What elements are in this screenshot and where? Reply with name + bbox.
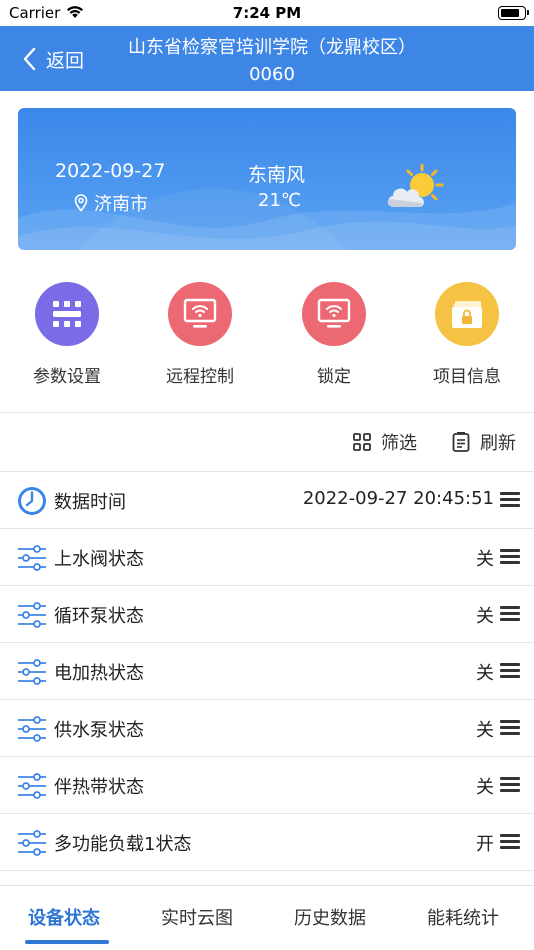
weather-city: 济南市 — [94, 194, 148, 215]
row-value: 关 — [476, 549, 494, 570]
sliders-icon — [18, 716, 46, 742]
folder-lock-icon — [435, 282, 499, 346]
filter-grid-icon — [353, 433, 371, 451]
battery-level — [501, 9, 519, 17]
tab-energy-stats[interactable]: 能耗统计 — [427, 904, 499, 930]
list-item[interactable]: 上水阀状态 关 — [0, 528, 534, 585]
weather-card: 2022-09-27 济南市 东南风 21℃ — [18, 108, 516, 250]
action-label: 项目信息 — [433, 367, 501, 387]
row-value: 关 — [476, 720, 494, 741]
menu-icon[interactable] — [500, 663, 520, 679]
sliders-icon — [18, 545, 46, 571]
action-label: 锁定 — [317, 367, 351, 387]
location-pin-icon — [74, 194, 88, 212]
row-value: 关 — [476, 663, 494, 684]
list-item[interactable]: 伴热带状态 关 — [0, 756, 534, 813]
clock-icon — [18, 487, 46, 515]
action-params-settings[interactable]: 参数设置 — [12, 282, 122, 387]
tab-device-status[interactable]: 设备状态 — [28, 904, 100, 930]
page-title-line2: 0060 — [249, 64, 295, 85]
row-label: 供水泵状态 — [54, 720, 144, 741]
menu-icon[interactable] — [500, 606, 520, 622]
sliders-icon — [18, 773, 46, 799]
weather-temperature: 21℃ — [258, 190, 302, 211]
sliders-icon — [18, 830, 46, 856]
battery-icon — [498, 6, 529, 20]
filter-button[interactable]: 筛选 — [353, 429, 417, 455]
row-value: 关 — [476, 606, 494, 627]
back-button[interactable]: 返回 — [22, 44, 84, 74]
list-toolbar: 筛选 刷新 — [0, 413, 534, 471]
sliders-icon — [18, 659, 46, 685]
sliders-icon — [18, 602, 46, 628]
status-bar: Carrier 7:24 PM — [0, 0, 534, 26]
action-remote-control[interactable]: 远程控制 — [145, 282, 255, 387]
quick-actions: 参数设置 远程控制 锁定 项目信息 — [0, 282, 534, 394]
action-label: 远程控制 — [166, 367, 234, 387]
row-value: 关 — [476, 777, 494, 798]
row-label: 上水阀状态 — [54, 549, 144, 570]
filter-label: 筛选 — [381, 433, 417, 454]
page-title-line1: 山东省检察官培训学院（龙鼎校区） — [128, 37, 416, 58]
back-label: 返回 — [46, 49, 85, 72]
row-value: 开 — [476, 834, 494, 855]
row-label: 伴热带状态 — [54, 777, 144, 798]
list-item[interactable]: 电加热状态 关 — [0, 642, 534, 699]
monitor-wifi-icon — [168, 282, 232, 346]
status-list: 数据时间 2022-09-27 20:45:51 上水阀状态 关 循环泵状态 关 — [0, 471, 534, 895]
row-label: 多功能负载1状态 — [54, 834, 192, 855]
row-label: 循环泵状态 — [54, 606, 144, 627]
chevron-left-icon — [23, 47, 36, 71]
list-item[interactable]: 多功能负载1状态 开 — [0, 813, 534, 870]
refresh-label: 刷新 — [480, 433, 516, 454]
menu-icon[interactable] — [500, 549, 520, 565]
clock-time: 7:24 PM — [232, 4, 302, 22]
list-item[interactable]: 数据时间 2022-09-27 20:45:51 — [0, 471, 534, 528]
menu-icon[interactable] — [500, 834, 520, 850]
action-project-info[interactable]: 项目信息 — [412, 282, 522, 387]
row-value: 2022-09-27 20:45:51 — [302, 488, 494, 509]
monitor-glyph — [183, 298, 217, 328]
refresh-button[interactable]: 刷新 — [452, 429, 516, 455]
page-title: 山东省检察官培训学院（龙鼎校区） 0060 — [100, 34, 444, 88]
action-label: 参数设置 — [33, 367, 101, 387]
row-label: 电加热状态 — [54, 663, 144, 684]
menu-icon[interactable] — [500, 777, 520, 793]
monitor-glyph — [317, 298, 351, 328]
list-item[interactable]: 循环泵状态 关 — [0, 585, 534, 642]
menu-icon[interactable] — [500, 720, 520, 736]
grid-settings-icon — [35, 282, 99, 346]
tab-realtime-cloud[interactable]: 实时云图 — [161, 904, 233, 930]
grid-settings-glyph — [53, 301, 81, 327]
weather-location: 济南市 — [74, 190, 148, 216]
nav-bar: 返回 山东省检察官培训学院（龙鼎校区） 0060 — [0, 26, 534, 91]
list-item[interactable]: 供水泵状态 关 — [0, 699, 534, 756]
tab-history-data[interactable]: 历史数据 — [294, 904, 366, 930]
folder-glyph — [452, 301, 482, 328]
menu-icon[interactable] — [500, 492, 520, 508]
monitor-wifi-icon — [302, 282, 366, 346]
active-tab-indicator — [25, 940, 109, 944]
partly-cloudy-icon — [387, 163, 444, 207]
row-label: 数据时间 — [54, 492, 126, 513]
refresh-doc-icon — [452, 432, 470, 452]
weather-date: 2022-09-27 — [55, 160, 166, 182]
weather-wind: 东南风 — [248, 164, 306, 186]
bottom-tab-bar: 设备状态 实时云图 历史数据 能耗统计 — [0, 885, 534, 950]
action-lock[interactable]: 锁定 — [279, 282, 389, 387]
